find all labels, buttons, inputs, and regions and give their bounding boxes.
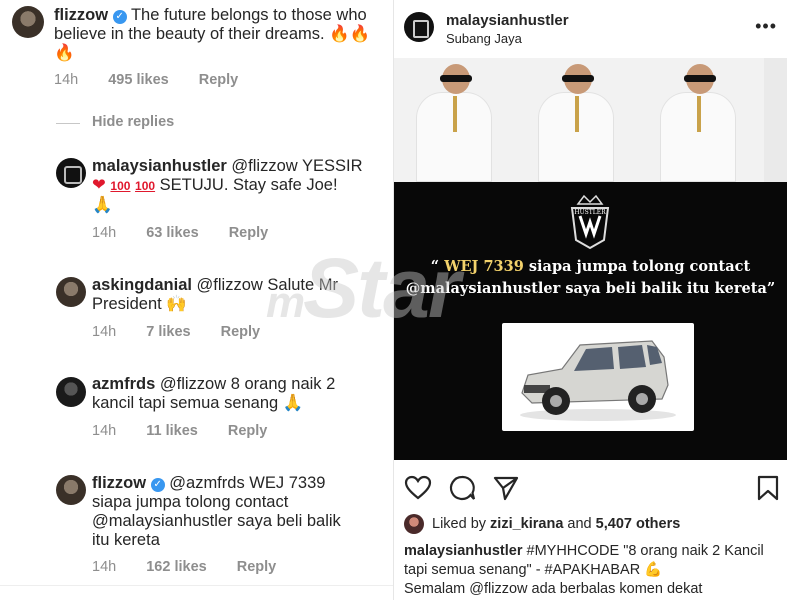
comment-likes[interactable]: 63 likes	[146, 225, 198, 241]
comment-meta: 14h 7 likes Reply	[92, 324, 286, 340]
liked-by-prefix: Liked by	[432, 516, 487, 532]
praying-hands-icon: 🙏	[282, 394, 304, 412]
car-icon	[520, 340, 676, 421]
comment-username[interactable]: flizzow	[54, 6, 108, 24]
person-image	[518, 58, 634, 182]
reply-button[interactable]: Reply	[229, 225, 269, 241]
avatar[interactable]	[56, 475, 86, 505]
crest-text: HUSTLER	[574, 209, 606, 216]
avatar[interactable]	[56, 277, 86, 307]
comment-text: flizzow ✓ The future belongs to those wh…	[54, 6, 384, 63]
comment-time: 14h	[92, 225, 117, 241]
post-actions	[394, 466, 787, 506]
comment-mention[interactable]: @flizzow	[231, 157, 297, 175]
more-options-icon[interactable]: •••	[755, 16, 777, 37]
liked-by-row: Liked by zizi_kirana and 5,407 others	[404, 513, 784, 535]
photo-edge	[764, 58, 787, 182]
comment-mention[interactable]: @flizzow	[160, 375, 226, 393]
panel-divider	[0, 585, 393, 586]
verified-badge-icon: ✓	[112, 10, 127, 24]
liked-by-count[interactable]: 5,407 others	[596, 516, 681, 532]
hustler-crest-logo: HUSTLER	[570, 194, 610, 250]
bookmark-icon[interactable]	[754, 474, 782, 502]
person-image	[396, 58, 512, 182]
quote-mark: “	[430, 258, 440, 275]
post-header: malaysianhustler Subang Jaya •••	[394, 0, 787, 52]
comment-meta: 14h 495 likes Reply	[54, 72, 264, 88]
person-image	[640, 58, 756, 182]
comment-time: 14h	[92, 423, 117, 439]
comment-text: azmfrds @flizzow 8 orang naik 2 kancil t…	[92, 375, 362, 413]
poster-quote: “ WEJ 7339 siapa jumpa tolong contact @m…	[394, 256, 787, 300]
liked-by-user[interactable]: zizi_kirana	[490, 516, 563, 532]
post-username[interactable]: malaysianhustler	[446, 12, 569, 29]
comment-username[interactable]: azmfrds	[92, 375, 155, 393]
avatar[interactable]	[56, 377, 86, 407]
poster-line2: @malaysianhustler saya beli balik itu ke…	[405, 280, 776, 297]
avatar[interactable]	[12, 6, 44, 38]
comment-mention[interactable]: @flizzow	[197, 276, 263, 294]
comment-likes[interactable]: 162 likes	[146, 559, 206, 575]
comment-username[interactable]: malaysianhustler	[92, 157, 227, 175]
caption-text-2: Semalam @flizzow ada berbalas komen deka…	[404, 581, 703, 597]
avatar[interactable]	[404, 12, 434, 42]
comment-likes[interactable]: 495 likes	[108, 72, 168, 88]
car-image	[502, 323, 694, 431]
poster-line1: siapa jumpa tolong contact	[528, 258, 751, 275]
caption-username[interactable]: malaysianhustler	[404, 543, 522, 559]
comment-meta: 14h 63 likes Reply	[92, 225, 294, 241]
comment-body: SETUJU. Stay safe Joe!	[159, 176, 338, 194]
liked-by-and: and	[567, 516, 592, 532]
liked-by-text: Liked by zizi_kirana and 5,407 others	[432, 516, 680, 532]
heart-icon: ❤	[92, 176, 106, 194]
avatar[interactable]	[56, 158, 86, 188]
hundred-icon: 100	[135, 179, 156, 193]
reply-button[interactable]: Reply	[228, 423, 268, 439]
avatar[interactable]	[404, 514, 424, 534]
comment-text: flizzow ✓ @azmfrds WEJ 7339 siapa jumpa …	[92, 474, 362, 550]
comment-meta: 14h 11 likes Reply	[92, 423, 293, 439]
comment-body: YESSIR	[301, 157, 363, 175]
hide-replies-button[interactable]: Hide replies	[92, 114, 174, 130]
post-panel: malaysianhustler Subang Jaya ••• HUSTLER…	[394, 0, 787, 600]
hundred-icon: 100	[110, 179, 131, 193]
reply-button[interactable]: Reply	[237, 559, 277, 575]
hide-replies-line	[56, 123, 80, 124]
comment-username[interactable]: flizzow	[92, 474, 146, 492]
comment-time: 14h	[92, 559, 117, 575]
verified-badge-icon: ✓	[150, 478, 165, 492]
comment-icon[interactable]	[448, 474, 476, 502]
comment-text: malaysianhustler @flizzow YESSIR ❤ 100 1…	[92, 157, 387, 215]
comment-time: 14h	[54, 72, 79, 88]
post-image-poster[interactable]: HUSTLER “ WEJ 7339 siapa jumpa tolong co…	[394, 182, 787, 460]
comments-panel: flizzow ✓ The future belongs to those wh…	[0, 0, 393, 600]
comment-text: askingdanial @flizzow Salute Mr Presiden…	[92, 276, 387, 314]
praying-hands-icon: 🙏	[92, 196, 113, 214]
plate-number: WEJ 7339	[444, 258, 524, 275]
post-location[interactable]: Subang Jaya	[446, 31, 522, 46]
heart-icon[interactable]	[404, 474, 432, 502]
flexed-biceps-icon: 💪	[644, 562, 663, 578]
reply-button[interactable]: Reply	[199, 72, 239, 88]
comment-likes[interactable]: 7 likes	[146, 324, 190, 340]
share-icon[interactable]	[492, 474, 520, 502]
comment-mention[interactable]: @azmfrds	[169, 474, 244, 492]
raising-hands-icon: 🙌	[166, 295, 187, 313]
reply-button[interactable]: Reply	[221, 324, 261, 340]
comment-username[interactable]: askingdanial	[92, 276, 192, 294]
comment-meta: 14h 162 likes Reply	[92, 559, 302, 575]
comment-likes[interactable]: 11 likes	[146, 423, 198, 439]
post-caption: malaysianhustler #MYHHCODE "8 orang naik…	[404, 542, 782, 599]
comment-time: 14h	[92, 324, 117, 340]
post-image-photos	[394, 58, 787, 182]
